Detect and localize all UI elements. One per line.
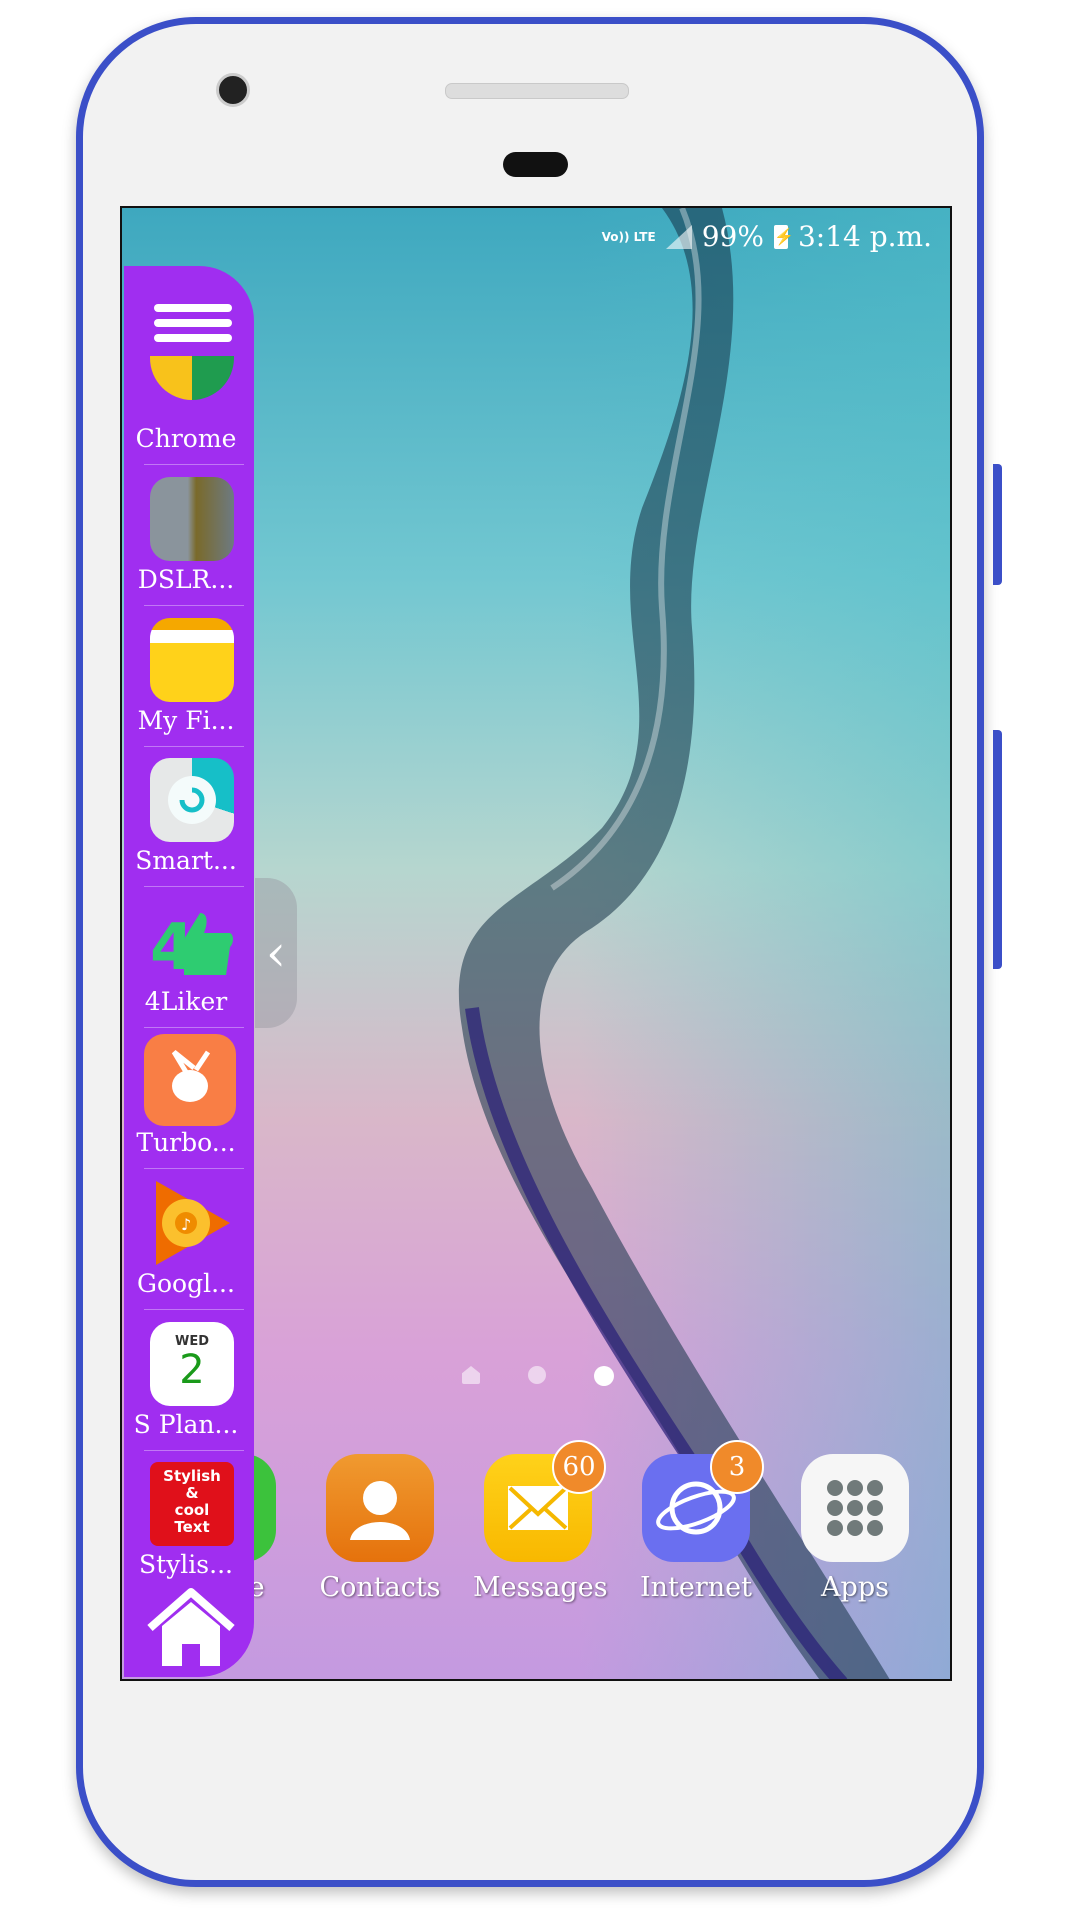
clock: 3:14 p.m. xyxy=(797,220,932,253)
smart-manager-icon xyxy=(150,758,234,842)
notification-badge: 3 xyxy=(710,1440,764,1494)
messages-icon: 60 xyxy=(484,1440,606,1562)
sidebar-item-chrome[interactable]: Chrome xyxy=(124,326,248,466)
turbo-vpn-icon xyxy=(144,1034,236,1126)
svg-text:♪: ♪ xyxy=(181,1215,191,1234)
sidebar-item-label: Turbo... xyxy=(136,1128,236,1157)
page-dot-active[interactable] xyxy=(594,1366,614,1386)
sidebar-item-dslr[interactable]: DSLR... xyxy=(124,467,248,607)
front-camera xyxy=(216,73,250,107)
sidebar-item-label: My Fi... xyxy=(137,706,235,735)
app-label: Internet xyxy=(639,1572,752,1603)
battery-percent: 99% xyxy=(701,220,764,253)
app-label: Contacts xyxy=(319,1572,441,1603)
sidebar-item-turbo[interactable]: Turbo... xyxy=(124,1030,248,1170)
sidebar-handle[interactable]: ‹ xyxy=(255,878,297,1028)
sidebar-item-google-play-music[interactable]: ♪ Googl... xyxy=(124,1171,248,1311)
thumbs-up-icon: 4 xyxy=(150,899,234,983)
internet-icon: 3 xyxy=(642,1440,764,1562)
home-screen: Vo)) LTE 99% ⚡ 3:14 p.m. ‹ Phone Contact… xyxy=(120,206,952,1681)
folder-icon xyxy=(150,618,234,702)
dslr-camera-icon xyxy=(150,477,234,561)
apps-grid-icon xyxy=(801,1454,909,1562)
contacts-icon xyxy=(326,1454,434,1562)
power-button xyxy=(993,730,1002,969)
sidebar-item-s-planner[interactable]: WED 2 S Plan... xyxy=(124,1312,248,1452)
dock-app-apps[interactable]: Apps xyxy=(790,1454,920,1603)
calendar-icon: WED 2 xyxy=(150,1322,234,1406)
sidebar-item-label: S Plan... xyxy=(133,1410,239,1439)
sidebar-item-label: DSLR... xyxy=(137,565,235,594)
app-sidebar: Chrome DSLR... My Fi... Smart... 4 4Like… xyxy=(124,266,254,1677)
dock-app-messages[interactable]: 60 Messages xyxy=(473,1440,608,1603)
app-label: Messages xyxy=(473,1572,608,1603)
volume-button xyxy=(993,464,1002,585)
signal-icon xyxy=(665,224,692,249)
sidebar-item-label: Stylis... xyxy=(139,1550,233,1579)
sidebar-item-label: Googl... xyxy=(137,1269,235,1298)
sidebar-item-4liker[interactable]: 4 4Liker xyxy=(124,889,248,1029)
chevron-left-icon: ‹ xyxy=(266,924,286,982)
dock-app-contacts[interactable]: Contacts xyxy=(315,1454,445,1603)
google-play-music-icon: ♪ xyxy=(150,1181,234,1265)
calendar-date: 2 xyxy=(179,1347,205,1393)
app-label: Apps xyxy=(821,1572,889,1603)
dock-app-internet[interactable]: 3 Internet xyxy=(631,1440,764,1603)
sidebar-item-label: Smart... xyxy=(135,846,237,875)
chrome-icon xyxy=(150,356,234,400)
sidebar-item-my-files[interactable]: My Fi... xyxy=(124,608,248,748)
volte-indicator: Vo)) LTE xyxy=(601,229,656,244)
battery-charging-icon: ⚡ xyxy=(773,224,794,249)
sidebar-item-label: 4Liker xyxy=(144,987,228,1016)
home-button[interactable] xyxy=(146,1586,236,1674)
notification-badge: 60 xyxy=(552,1440,606,1494)
page-dot[interactable] xyxy=(528,1366,546,1384)
home-icon xyxy=(147,1588,235,1666)
sidebar-item-label: Chrome xyxy=(135,424,237,453)
sidebar-item-stylish-text[interactable]: Stylish & cool Text Stylis... xyxy=(124,1452,248,1592)
earpiece-speaker xyxy=(445,83,629,99)
home-sensor xyxy=(503,152,568,177)
sidebar-item-smart-manager[interactable]: Smart... xyxy=(124,748,248,888)
stylish-text-icon: Stylish & cool Text xyxy=(150,1462,234,1546)
status-bar: Vo)) LTE 99% ⚡ 3:14 p.m. xyxy=(602,220,932,253)
